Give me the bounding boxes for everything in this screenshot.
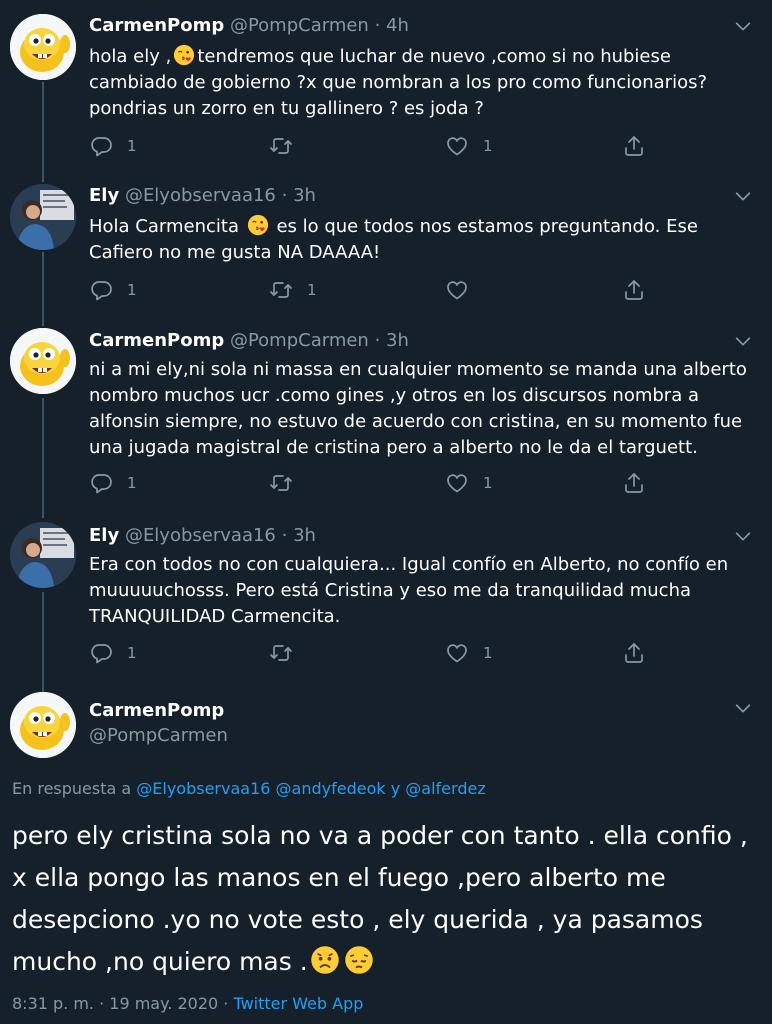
source-link[interactable]: Twitter Web App: [233, 994, 363, 1013]
tweet-timestamp[interactable]: 8:31 p. m. · 19 may. 2020 ·: [12, 994, 233, 1013]
reply-button[interactable]: 1: [89, 640, 137, 666]
display-name[interactable]: CarmenPomp: [89, 330, 224, 351]
retweet-icon: [269, 471, 293, 495]
chevron-down-icon[interactable]: [732, 525, 754, 547]
display-name[interactable]: CarmenPomp: [89, 700, 224, 721]
kiss-emoji: [247, 214, 269, 236]
like-button[interactable]: 1: [445, 133, 493, 159]
retweet-button[interactable]: [269, 133, 307, 159]
like-icon: [445, 134, 469, 158]
reply-icon: [89, 641, 113, 665]
retweet-icon: [269, 134, 293, 158]
display-name[interactable]: Ely: [89, 185, 119, 206]
retweet-count: 1: [307, 281, 317, 299]
timestamp[interactable]: 3h: [293, 525, 316, 546]
thread-line: [42, 398, 44, 518]
main-tweet-text: pero ely cristina sola no va a poder con…: [12, 815, 762, 983]
avatar[interactable]: [10, 184, 76, 250]
reply-conjunction: y: [385, 779, 406, 798]
reply-count: 1: [127, 644, 137, 662]
user-handle[interactable]: @PompCarmen: [89, 725, 228, 746]
user-handle[interactable]: @PompCarmen: [230, 330, 369, 351]
reply-icon: [89, 471, 113, 495]
user-handle[interactable]: @Elyobservaa16: [125, 185, 276, 206]
retweet-button[interactable]: [269, 640, 307, 666]
share-button[interactable]: [622, 640, 646, 666]
chevron-down-icon[interactable]: [732, 15, 754, 37]
separator: ·: [281, 185, 288, 206]
separator: ·: [374, 330, 381, 351]
reply-button[interactable]: 1: [89, 277, 137, 303]
mention-link[interactable]: @alferdez: [405, 779, 485, 798]
separator: ·: [281, 525, 288, 546]
share-icon: [622, 641, 646, 665]
reply-icon: [89, 134, 113, 158]
display-name[interactable]: CarmenPomp: [89, 15, 224, 36]
reply-count: 1: [127, 137, 137, 155]
share-icon: [622, 134, 646, 158]
like-icon: [445, 471, 469, 495]
mention-link[interactable]: @andyfedeok: [276, 779, 386, 798]
reply-count: 1: [127, 281, 137, 299]
thread-line: [42, 252, 44, 326]
avatar[interactable]: [10, 692, 76, 758]
like-button[interactable]: 1: [445, 470, 493, 496]
share-button[interactable]: [622, 470, 646, 496]
avatar[interactable]: [10, 522, 76, 588]
pensive-emoji: [344, 945, 374, 975]
user-handle[interactable]: @Elyobservaa16: [125, 525, 276, 546]
thread-line: [42, 592, 44, 692]
tweet-text-part: hola ely ,: [89, 46, 172, 67]
share-icon: [622, 471, 646, 495]
like-button[interactable]: [445, 277, 483, 303]
like-icon: [445, 278, 469, 302]
like-icon: [445, 641, 469, 665]
avatar[interactable]: [10, 14, 76, 80]
share-button[interactable]: [622, 133, 646, 159]
retweet-icon: [269, 641, 293, 665]
chevron-down-icon[interactable]: [732, 697, 754, 719]
reply-button[interactable]: 1: [89, 133, 137, 159]
share-button[interactable]: [622, 277, 646, 303]
avatar[interactable]: [10, 328, 76, 394]
like-button[interactable]: 1: [445, 640, 493, 666]
tweet-text-part: pero ely cristina sola no va a poder con…: [12, 821, 748, 976]
retweet-icon: [269, 278, 293, 302]
retweet-button[interactable]: 1: [269, 277, 317, 303]
timestamp[interactable]: 4h: [386, 15, 409, 36]
tweet-header: Ely @Elyobservaa16 · 3h: [89, 185, 316, 206]
tweet[interactable]: CarmenPomp @PompCarmen · 4h hola ely , te…: [0, 0, 772, 170]
display-name[interactable]: Ely: [89, 525, 119, 546]
chevron-down-icon[interactable]: [732, 330, 754, 352]
like-count: 1: [483, 137, 493, 155]
tweet-text: Era con todos no con cualquiera... Igual…: [89, 554, 729, 627]
reply-count: 1: [127, 474, 137, 492]
tweet-text: hola ely , tendremos que luchar de nuevo …: [89, 44, 757, 122]
kiss-emoji: [173, 44, 195, 66]
chevron-down-icon[interactable]: [732, 185, 754, 207]
reply-icon: [89, 278, 113, 302]
like-count: 1: [483, 474, 493, 492]
tweet-header: CarmenPomp @PompCarmen · 4h: [89, 15, 409, 36]
worried-emoji: [310, 945, 340, 975]
separator: ·: [374, 15, 381, 36]
user-handle[interactable]: @PompCarmen: [230, 15, 369, 36]
like-count: 1: [483, 644, 493, 662]
tweet-header: Ely @Elyobservaa16 · 3h: [89, 525, 316, 546]
mention-link[interactable]: @Elyobservaa16: [136, 779, 270, 798]
tweet-meta: 8:31 p. m. · 19 may. 2020 · Twitter Web …: [12, 994, 363, 1013]
timestamp[interactable]: 3h: [293, 185, 316, 206]
retweet-button[interactable]: [269, 470, 307, 496]
reply-context: En respuesta a @Elyobservaa16 @andyfedeo…: [12, 779, 486, 798]
tweet-text: Hola Carmencita es lo que todos nos esta…: [89, 214, 757, 266]
timestamp[interactable]: 3h: [386, 330, 409, 351]
reply-button[interactable]: 1: [89, 470, 137, 496]
tweet-text-part: Hola Carmencita: [89, 216, 245, 237]
tweet-text: ni a mi ely,ni sola ni massa en cualquie…: [89, 359, 747, 458]
share-icon: [622, 278, 646, 302]
tweet-header: CarmenPomp @PompCarmen · 3h: [89, 330, 409, 351]
reply-prefix: En respuesta a: [12, 779, 137, 798]
